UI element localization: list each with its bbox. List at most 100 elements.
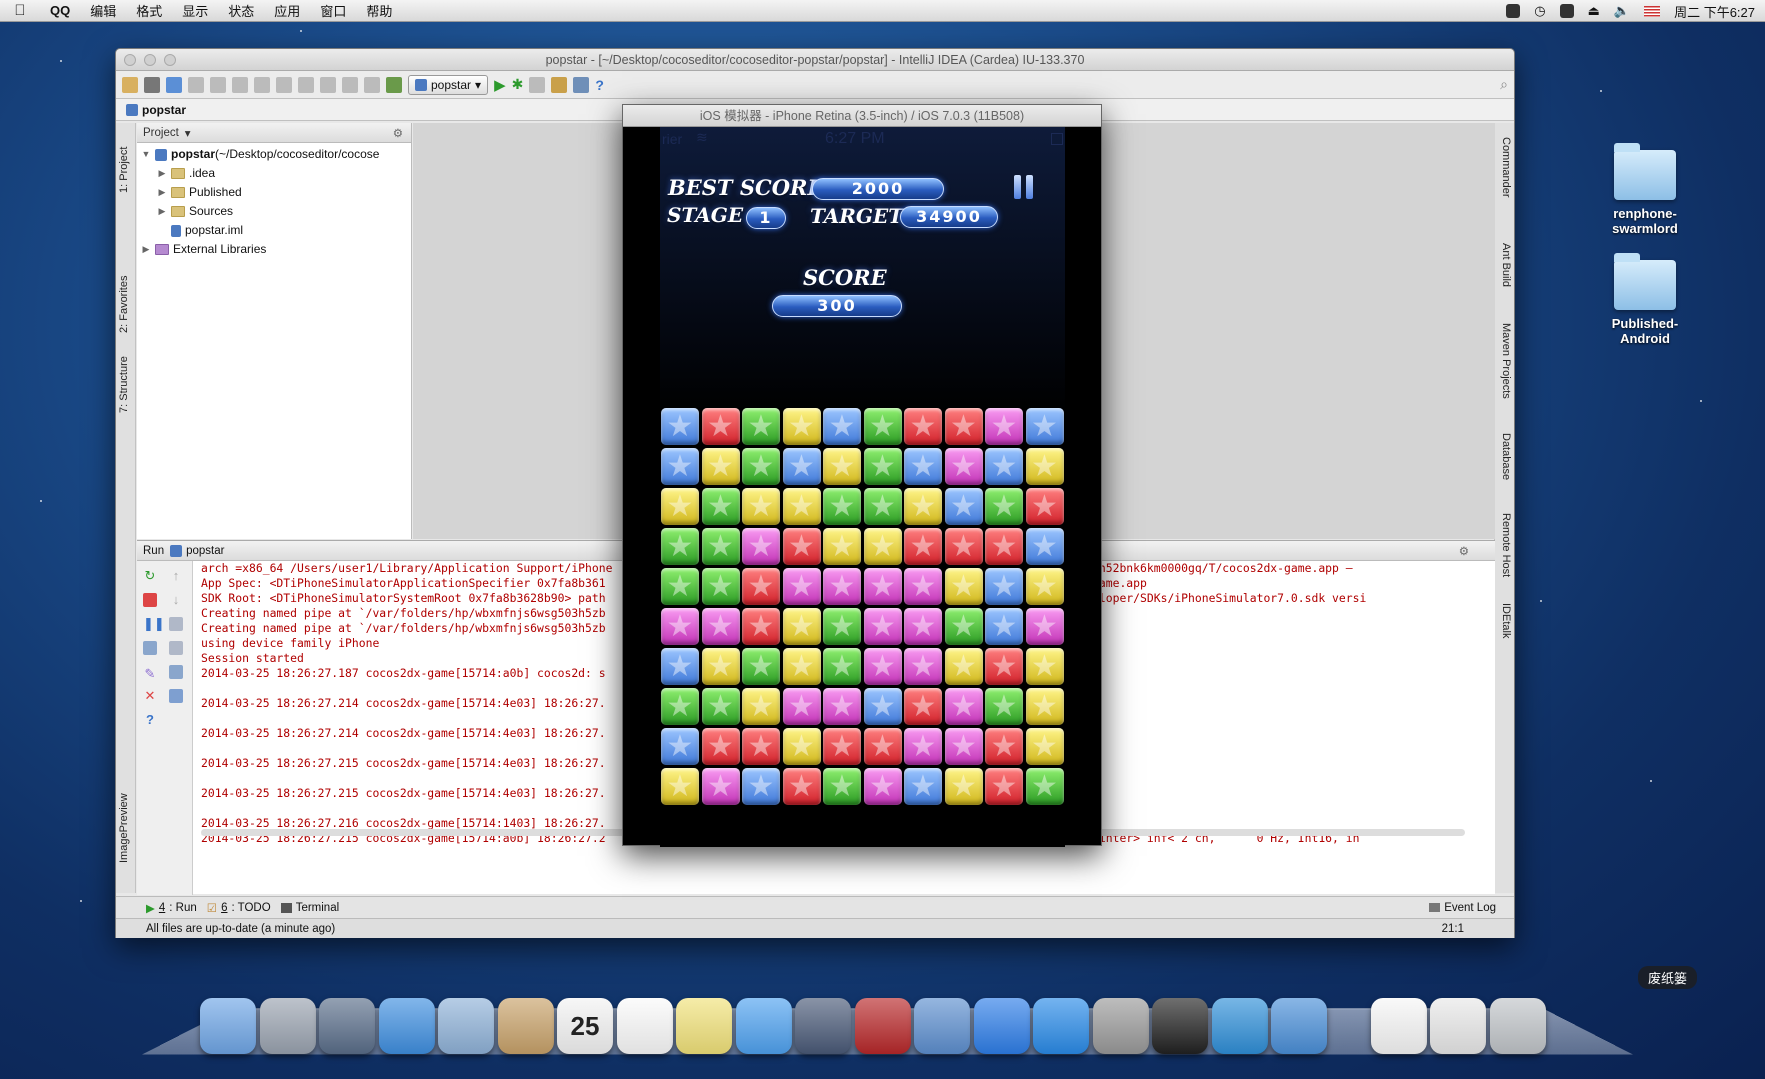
copy-icon[interactable] bbox=[254, 76, 270, 93]
tree-node-folder[interactable]: ▶ Sources bbox=[137, 202, 411, 221]
chevron-down-icon[interactable]: ▾ bbox=[185, 126, 191, 140]
blue-star-tile[interactable] bbox=[863, 688, 902, 725]
green-star-tile[interactable] bbox=[1025, 768, 1064, 805]
green-star-tile[interactable] bbox=[985, 688, 1023, 725]
yellow-star-tile[interactable] bbox=[742, 688, 780, 725]
simulator-title[interactable]: iOS 模拟器 - iPhone Retina (3.5-inch) / iOS… bbox=[623, 105, 1101, 127]
apple-icon[interactable]:  bbox=[0, 2, 40, 19]
up-arrow-icon[interactable]: ↑ bbox=[169, 569, 183, 583]
green-star-tile[interactable] bbox=[944, 608, 983, 645]
yellow-star-tile[interactable] bbox=[904, 488, 942, 525]
purple-star-tile[interactable] bbox=[782, 568, 821, 605]
run-panel-config[interactable]: popstar bbox=[186, 545, 224, 557]
yellow-star-tile[interactable] bbox=[823, 528, 861, 565]
menu-item-format[interactable]: 格式 bbox=[126, 1, 172, 20]
menu-item-status[interactable]: 状态 bbox=[218, 1, 264, 20]
green-star-tile[interactable] bbox=[742, 408, 780, 445]
flag-icon[interactable] bbox=[1644, 5, 1661, 17]
purple-star-tile[interactable] bbox=[863, 568, 902, 605]
red-star-tile[interactable] bbox=[985, 528, 1023, 565]
yellow-star-tile[interactable] bbox=[782, 648, 821, 685]
clear-icon[interactable] bbox=[169, 689, 183, 703]
tab-structure[interactable]: 7: Structure bbox=[118, 356, 130, 413]
settings-icon[interactable] bbox=[551, 76, 568, 93]
paste-icon[interactable] bbox=[276, 76, 292, 93]
desktop-folder[interactable]: Published-Android bbox=[1590, 253, 1700, 346]
yellow-star-tile[interactable] bbox=[1025, 448, 1064, 485]
trash-icon[interactable] bbox=[1489, 998, 1546, 1054]
purple-star-tile[interactable] bbox=[904, 728, 942, 765]
system-preferences-icon[interactable] bbox=[1092, 998, 1149, 1054]
tab-todo[interactable]: ☑ 6: TODO bbox=[207, 901, 271, 915]
pin-icon[interactable]: ✎ bbox=[143, 667, 157, 681]
yellow-star-tile[interactable] bbox=[944, 648, 983, 685]
photobooth-icon[interactable] bbox=[854, 998, 911, 1054]
qq-status-icon[interactable] bbox=[1506, 4, 1521, 18]
purple-star-tile[interactable] bbox=[863, 648, 902, 685]
red-star-tile[interactable] bbox=[701, 728, 740, 765]
red-star-tile[interactable] bbox=[904, 408, 942, 445]
tree-node-file[interactable]: popstar.iml bbox=[137, 221, 411, 240]
stop-icon[interactable] bbox=[143, 593, 157, 607]
sync-icon[interactable] bbox=[166, 76, 182, 93]
blue-star-tile[interactable] bbox=[661, 648, 699, 685]
tab-commander[interactable]: Commander bbox=[1500, 137, 1512, 198]
purple-star-tile[interactable] bbox=[823, 688, 861, 725]
collapsed-arrow-icon[interactable]: ▶ bbox=[141, 240, 151, 259]
eject-icon[interactable]: ⏏ bbox=[1588, 3, 1600, 19]
purple-star-tile[interactable] bbox=[944, 448, 983, 485]
replace-icon[interactable] bbox=[320, 76, 336, 93]
yellow-star-tile[interactable] bbox=[782, 728, 821, 765]
launchpad-icon[interactable] bbox=[259, 998, 316, 1054]
purple-star-tile[interactable] bbox=[904, 568, 942, 605]
yellow-star-tile[interactable] bbox=[782, 608, 821, 645]
purple-star-tile[interactable] bbox=[701, 768, 740, 805]
yellow-star-tile[interactable] bbox=[1025, 728, 1064, 765]
tab-maven-projects[interactable]: Maven Projects bbox=[1500, 323, 1512, 399]
tab-favorites[interactable]: 2: Favorites bbox=[118, 276, 130, 333]
ide-titlebar[interactable]: popstar - [~/Desktop/cocoseditor/cocosed… bbox=[116, 49, 1514, 71]
yellow-star-tile[interactable] bbox=[1025, 568, 1064, 605]
close-button[interactable] bbox=[124, 54, 136, 66]
scroll-to-end-icon[interactable] bbox=[169, 641, 183, 655]
red-star-tile[interactable] bbox=[742, 568, 780, 605]
breadcrumb-item[interactable]: popstar bbox=[142, 103, 186, 117]
yellow-star-tile[interactable] bbox=[742, 488, 780, 525]
purple-star-tile[interactable] bbox=[701, 608, 740, 645]
red-star-tile[interactable] bbox=[742, 608, 780, 645]
green-star-tile[interactable] bbox=[823, 608, 861, 645]
menu-item-window[interactable]: 窗口 bbox=[310, 1, 356, 20]
yellow-star-tile[interactable] bbox=[863, 528, 902, 565]
green-star-tile[interactable] bbox=[863, 488, 902, 525]
menu-item-apps[interactable]: 应用 bbox=[264, 1, 310, 20]
run-icon[interactable]: ▶ bbox=[494, 76, 506, 94]
purple-star-tile[interactable] bbox=[863, 608, 902, 645]
blue-star-tile[interactable] bbox=[661, 408, 699, 445]
expanded-arrow-icon[interactable]: ▼ bbox=[141, 145, 151, 164]
red-star-tile[interactable] bbox=[701, 408, 740, 445]
finder-icon[interactable] bbox=[200, 998, 256, 1054]
help-icon[interactable]: ? bbox=[595, 77, 604, 93]
red-star-tile[interactable] bbox=[742, 728, 780, 765]
messages-icon[interactable] bbox=[735, 998, 792, 1054]
blue-star-tile[interactable] bbox=[985, 568, 1023, 605]
red-star-tile[interactable] bbox=[823, 728, 861, 765]
desktop-folder[interactable]: renphone-swarmlord bbox=[1590, 143, 1700, 236]
purple-star-tile[interactable] bbox=[742, 528, 780, 565]
time-machine-icon[interactable]: ◷ bbox=[1534, 3, 1545, 19]
tab-remote-host[interactable]: Remote Host bbox=[1500, 513, 1512, 577]
purple-star-tile[interactable] bbox=[904, 648, 942, 685]
calendar-icon[interactable]: 25 bbox=[557, 998, 613, 1054]
green-star-tile[interactable] bbox=[701, 528, 740, 565]
yellow-star-tile[interactable] bbox=[944, 768, 983, 805]
blue-star-tile[interactable] bbox=[782, 448, 821, 485]
red-star-tile[interactable] bbox=[944, 408, 983, 445]
purple-star-tile[interactable] bbox=[985, 408, 1023, 445]
red-star-tile[interactable] bbox=[863, 728, 902, 765]
green-star-tile[interactable] bbox=[823, 648, 861, 685]
green-star-tile[interactable] bbox=[823, 488, 861, 525]
intellij-icon[interactable] bbox=[1211, 998, 1268, 1054]
purple-star-tile[interactable] bbox=[904, 608, 942, 645]
red-star-tile[interactable] bbox=[1025, 488, 1064, 525]
yellow-star-tile[interactable] bbox=[701, 648, 740, 685]
